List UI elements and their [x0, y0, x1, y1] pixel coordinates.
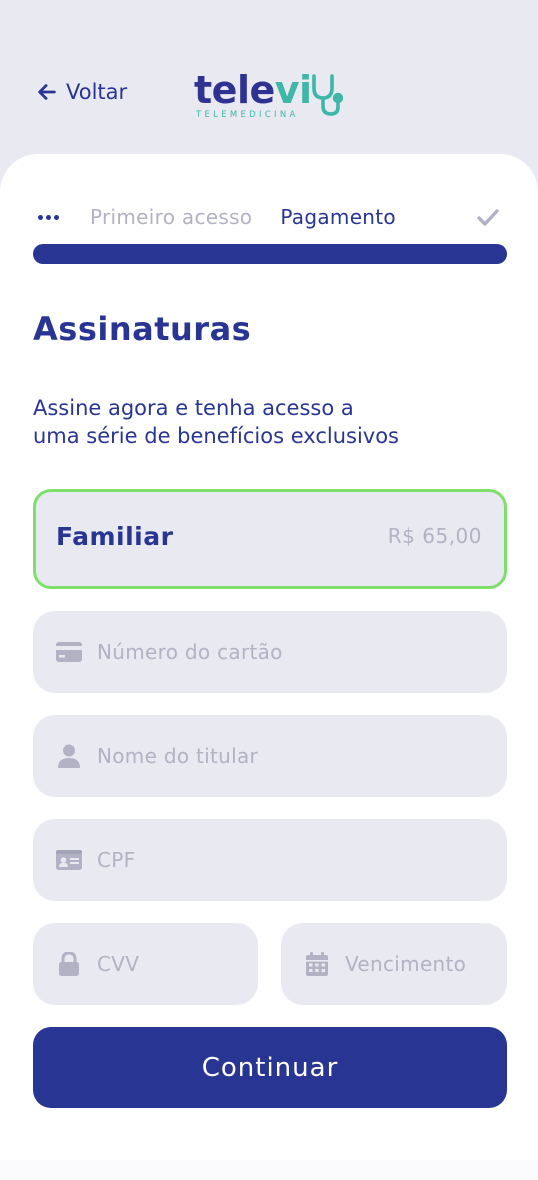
user-icon [55, 742, 83, 770]
plan-name: Familiar [56, 521, 174, 551]
cvv-input[interactable] [97, 952, 258, 976]
step-current: Pagamento [280, 205, 396, 229]
continue-button[interactable]: Continuar [33, 1027, 507, 1108]
back-button[interactable]: Voltar [36, 80, 127, 104]
step-previous[interactable]: Primeiro acesso [90, 205, 252, 229]
card-number-input[interactable] [97, 640, 507, 664]
subtitle-line-1: Assine agora e tenha acesso a [33, 396, 354, 420]
more-steps-icon[interactable] [38, 214, 62, 220]
stethoscope-icon [312, 74, 344, 116]
cpf-field[interactable] [33, 819, 507, 901]
calendar-icon [303, 950, 331, 978]
plan-option-familiar[interactable]: Familiar R$ 65,00 [33, 489, 507, 589]
progress-bar [33, 244, 507, 264]
back-label: Voltar [66, 80, 128, 104]
expiry-field[interactable] [281, 923, 507, 1005]
card-number-field[interactable] [33, 611, 507, 693]
page-title: Assinaturas [33, 310, 252, 348]
checkmark-icon [477, 209, 499, 226]
subtitle-line-2: uma série de benefícios exclusivos [33, 424, 400, 448]
id-card-icon [55, 846, 83, 874]
credit-card-icon [55, 638, 83, 666]
page-subtitle: Assine agora e tenha acesso a uma série … [33, 394, 493, 450]
logo-wordmark-main: tele [194, 68, 275, 112]
expiry-input[interactable] [345, 952, 507, 976]
lock-icon [55, 950, 83, 978]
cpf-input[interactable] [97, 848, 507, 872]
footer-strip [0, 1160, 538, 1180]
holder-name-field[interactable] [33, 715, 507, 797]
logo-tagline: TELEMEDICINA [196, 110, 299, 120]
plan-price: R$ 65,00 [387, 524, 482, 548]
stepper: Primeiro acesso Pagamento [38, 200, 500, 234]
cvv-field[interactable] [33, 923, 258, 1005]
holder-name-input[interactable] [97, 744, 507, 768]
logo-wordmark-accent: vi [274, 68, 312, 112]
arrow-left-icon [38, 84, 56, 100]
header: Voltar tele vi TELEMEDICINA [0, 0, 538, 160]
televi-logo: tele vi TELEMEDICINA [194, 70, 354, 122]
